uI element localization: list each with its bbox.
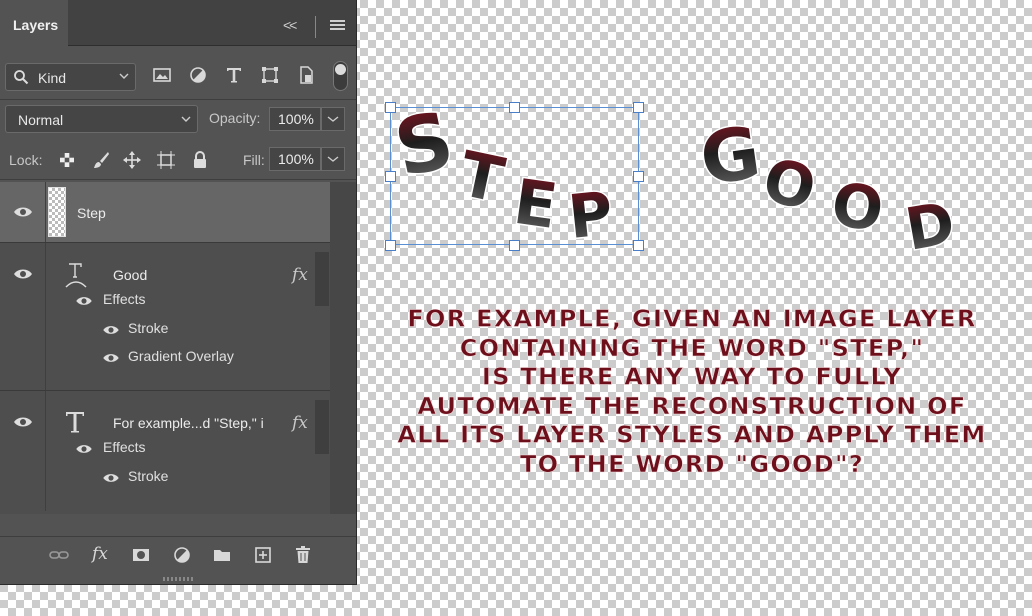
caption-line: TO THE WORD "GOOD"?: [519, 450, 865, 477]
transform-bounding-box[interactable]: [390, 107, 639, 245]
caption-line: AUTOMATE THE RECONSTRUCTION OF: [417, 392, 967, 420]
transform-handle[interactable]: [633, 240, 644, 251]
caption-line: CONTAINING THE WORD "STEP,": [459, 334, 925, 362]
transform-handle[interactable]: [385, 102, 396, 113]
good-letter-o2: O: [827, 170, 887, 246]
caption-line: ALL ITS LAYER STYLES AND APPLY THEM: [397, 421, 987, 449]
good-letter-o1: O: [756, 145, 822, 225]
good-letter-g: G: [695, 110, 765, 201]
caption-line: IS THERE ANY WAY TO FULLY: [481, 363, 903, 391]
transform-handle[interactable]: [633, 171, 644, 182]
transform-handle[interactable]: [385, 240, 396, 251]
transform-handle[interactable]: [385, 171, 396, 182]
caption-line: FOR EXAMPLE, GIVEN AN IMAGE LAYER: [407, 305, 977, 333]
transform-handle[interactable]: [509, 102, 520, 113]
good-letter-d: D: [901, 188, 960, 263]
transform-handle[interactable]: [633, 102, 644, 113]
transform-handle[interactable]: [509, 240, 520, 251]
canvas-caption-text: FOR EXAMPLE, GIVEN AN IMAGE LAYER CONTAI…: [366, 305, 1018, 479]
